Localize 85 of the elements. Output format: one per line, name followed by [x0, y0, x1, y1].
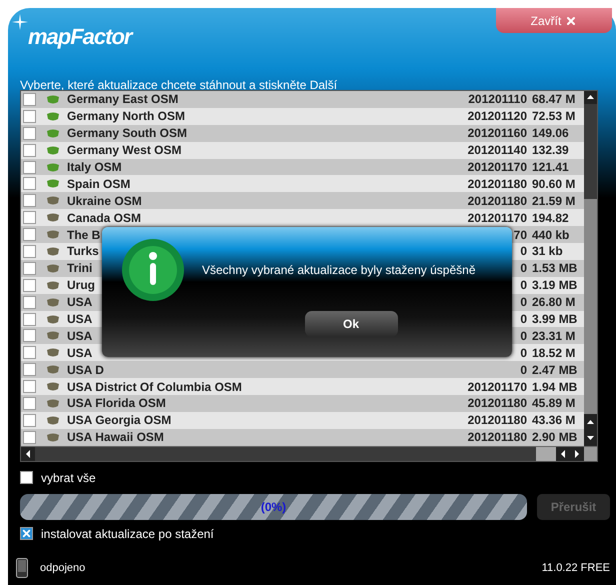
logo: mapFactor [28, 23, 132, 51]
map-date: 201201160 [468, 125, 527, 142]
map-size: 194.82 [532, 210, 570, 227]
map-name: Germany East OSM [67, 91, 178, 108]
update-row[interactable]: Spain OSM 201201180 90.60 M [21, 175, 584, 192]
map-size: 26.80 M [532, 294, 576, 312]
map-name: Urug [67, 277, 95, 294]
map-name: Turks [67, 243, 99, 260]
map-name: Germany South OSM [67, 125, 188, 142]
map-size: 21.59 M [532, 192, 576, 210]
update-row[interactable]: USA District Of Columbia OSM 201201170 1.94 MB [21, 378, 584, 396]
map-size: 43.36 M [532, 412, 576, 430]
map-name: Germany North OSM [67, 108, 186, 126]
map-name: Ukraine OSM [67, 192, 142, 210]
map-name: USA Florida OSM [67, 395, 166, 412]
update-row[interactable]: USA Georgia OSM 201201180 43.36 M [21, 412, 584, 429]
map-name: Germany West OSM [67, 142, 182, 160]
update-row[interactable]: USA Hawaii OSM 201201180 2.90 MB [21, 428, 584, 446]
map-name: Canada OSM [67, 210, 142, 227]
map-name: Italy OSM [67, 159, 122, 176]
map-name: USA [67, 311, 92, 328]
map-size: 132.39 [532, 142, 570, 160]
map-size: 68.47 M [532, 91, 576, 108]
map-date: 0 [520, 311, 527, 328]
map-size: 2.90 MB [532, 429, 578, 446]
map-size: 149.06 [532, 125, 570, 142]
update-row[interactable]: Italy OSM 201201170 121.41 [21, 158, 584, 176]
map-date: 201201180 [468, 429, 527, 446]
map-date: 201201180 [468, 395, 527, 412]
map-name: USA [67, 328, 92, 345]
progress-reading: (0%) [260, 498, 286, 516]
select-all-label: vybrat vše [41, 470, 96, 487]
map-date: 201201110 [468, 91, 527, 108]
map-size: 23.31 M [532, 328, 576, 345]
map-size: 440 kb [532, 226, 570, 244]
map-date: 201201180 [468, 176, 527, 193]
version: 11.0.22 FREE [542, 560, 610, 576]
map-size: 18.52 M [532, 344, 576, 362]
map-date: 201201120 [468, 108, 527, 126]
map-size: 72.53 M [532, 108, 576, 126]
update-row[interactable]: Germany East OSM 201201110 68.47 M [21, 91, 584, 108]
update-row[interactable]: Germany West OSM 201201140 132.39 [21, 142, 584, 159]
map-name: USA D [67, 362, 104, 379]
map-date: 0 [520, 260, 527, 278]
map-date: 0 [520, 277, 527, 294]
map-size: 2.47 MB [532, 362, 578, 379]
update-row[interactable]: USA Florida OSM 201201180 45.89 M [21, 395, 584, 412]
map-date: 0 [520, 362, 527, 379]
map-name: USA District Of Columbia OSM [67, 378, 242, 396]
map-name: USA Georgia OSM [67, 412, 172, 430]
instruction: Vyberte, které aktualizace chcete stáhnout a stiskněte Další [19, 78, 338, 88]
map-date: 201201140 [468, 142, 527, 160]
map-name: USA Hawaii OSM [67, 429, 164, 446]
map-name: USA [67, 294, 92, 312]
map-size: 121.41 [532, 159, 570, 176]
map-name: Spain OSM [67, 176, 130, 193]
map-size: 31 kb [532, 243, 564, 260]
map-date: 70 [514, 226, 527, 244]
map-size: 3.19 MB [532, 277, 578, 294]
map-name: Trini [67, 260, 92, 278]
map-date: 201201180 [468, 412, 527, 430]
map-date: 201201170 [468, 378, 527, 396]
map-date: 0 [520, 344, 527, 362]
map-date: 201201170 [468, 159, 527, 176]
map-date: 201201180 [468, 192, 527, 210]
map-size: 3.99 MB [532, 311, 578, 328]
map-size: 90.60 M [532, 176, 576, 193]
update-row[interactable]: Ukraine OSM 201201180 21.59 M [21, 192, 584, 210]
map-date: 0 [520, 328, 527, 345]
map-date: 201201170 [468, 210, 527, 227]
dialog-message: Všechny vybrané aktualizace byly staženy úspěšně [202, 262, 476, 279]
install-after-label: instalovat aktualizace po stažení [41, 526, 214, 543]
connection-status: odpojeno [40, 560, 86, 576]
update-row[interactable]: Germany North OSM 201201120 72.53 M [21, 108, 584, 125]
update-row[interactable]: Canada OSM 201201170 194.82 [21, 209, 584, 226]
map-size: 1.94 MB [532, 378, 578, 396]
map-date: 0 [520, 294, 527, 312]
update-row[interactable]: Germany South OSM 201201160 149.06 [21, 124, 584, 142]
map-size: 45.89 M [532, 395, 576, 412]
map-name: The B [67, 226, 100, 244]
map-size: 1.53 MB [532, 260, 578, 278]
ok-button[interactable]: Ok [304, 311, 398, 337]
map-name: USA [67, 344, 92, 362]
map-date: 0 [520, 243, 527, 260]
update-row[interactable]: USA D 0 2.47 MB [21, 361, 584, 378]
